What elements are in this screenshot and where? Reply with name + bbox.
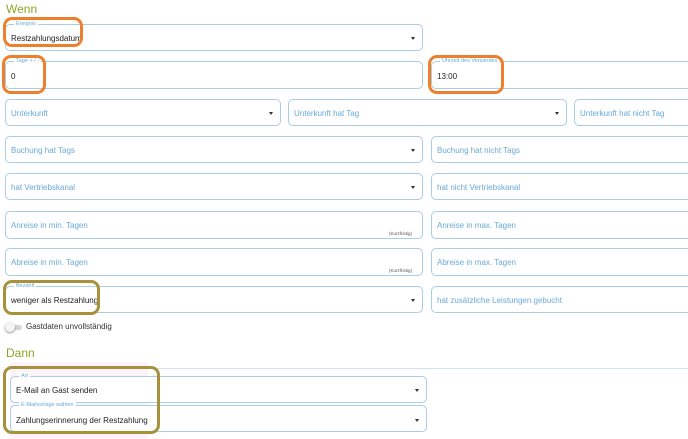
buchung-hat-tags-select[interactable]: Buchung hat Tags bbox=[5, 136, 423, 163]
gastdaten-toggle-knob[interactable] bbox=[5, 322, 15, 332]
hat-nicht-vertriebskanal-placeholder: hat nicht Vertriebskanal bbox=[437, 183, 521, 192]
hat-nicht-vertriebskanal-select[interactable]: hat nicht Vertriebskanal bbox=[431, 173, 688, 200]
buchung-hat-tags-placeholder: Buchung hat Tags bbox=[11, 146, 75, 155]
unterkunft-select[interactable]: Unterkunft bbox=[5, 99, 281, 126]
zusaetzliche-leistungen-select[interactable]: hat zusätzliche Leistungen gebucht bbox=[431, 286, 688, 313]
zusaetzliche-leistungen-placeholder: hat zusätzliche Leistungen gebucht bbox=[437, 296, 562, 305]
anreise-min-input[interactable]: Anreise in min. Tagen (Kurzfristig) bbox=[5, 211, 423, 239]
chevron-down-icon bbox=[411, 149, 415, 152]
unterkunft-hat-tag-placeholder: Unterkunft hat Tag bbox=[294, 109, 360, 118]
hat-vertriebskanal-select[interactable]: hat Vertriebskanal bbox=[5, 173, 423, 200]
abreise-max-input[interactable]: Abreise in max. Tagen bbox=[431, 248, 688, 276]
highlight-ereignis bbox=[3, 17, 83, 47]
chevron-down-icon bbox=[269, 112, 273, 115]
highlight-tage bbox=[2, 55, 46, 94]
tage-input[interactable]: Tage + / - 0 bbox=[5, 57, 423, 89]
chevron-down-icon bbox=[411, 37, 415, 40]
abreise-min-placeholder: Abreise in min. Tagen bbox=[11, 258, 88, 267]
abreise-max-placeholder: Abreise in max. Tagen bbox=[437, 258, 517, 267]
chevron-down-icon bbox=[411, 299, 415, 302]
highlight-uhrzeit bbox=[428, 55, 504, 94]
buchung-hat-nicht-tags-placeholder: Buchung hat nicht Tags bbox=[437, 146, 521, 155]
anreise-max-input[interactable]: Anreise in max. Tagen bbox=[431, 211, 688, 239]
unterkunft-hat-nicht-tag-placeholder: Unterkunft hat nicht Tag bbox=[580, 109, 665, 118]
abreise-min-input[interactable]: Abreise in min. Tagen (Kurzfristig) bbox=[5, 248, 423, 276]
chevron-down-icon bbox=[411, 186, 415, 189]
section-title-dann: Dann bbox=[6, 346, 35, 360]
highlight-dann bbox=[3, 366, 160, 434]
chevron-down-icon bbox=[415, 389, 419, 392]
hat-vertriebskanal-placeholder: hat Vertriebskanal bbox=[11, 183, 76, 192]
unterkunft-hat-tag-select[interactable]: Unterkunft hat Tag bbox=[288, 99, 567, 126]
highlight-bezahlt bbox=[3, 280, 100, 315]
anreise-max-placeholder: Anreise in max. Tagen bbox=[437, 221, 517, 230]
unterkunft-hat-nicht-tag-select[interactable]: Unterkunft hat nicht Tag bbox=[574, 99, 688, 126]
buchung-hat-nicht-tags-select[interactable]: Buchung hat nicht Tags bbox=[431, 136, 688, 163]
section-title-wenn: Wenn bbox=[6, 2, 38, 16]
anreise-min-placeholder: Anreise in min. Tagen bbox=[11, 221, 88, 230]
unterkunft-placeholder: Unterkunft bbox=[11, 109, 48, 118]
anreise-min-hint: (Kurzfristig) bbox=[388, 231, 412, 236]
abreise-min-hint: (Kurzfristig) bbox=[388, 268, 412, 273]
gastdaten-toggle-label: Gastdaten unvollständig bbox=[26, 322, 112, 331]
chevron-down-icon bbox=[415, 419, 419, 422]
chevron-down-icon bbox=[555, 112, 559, 115]
